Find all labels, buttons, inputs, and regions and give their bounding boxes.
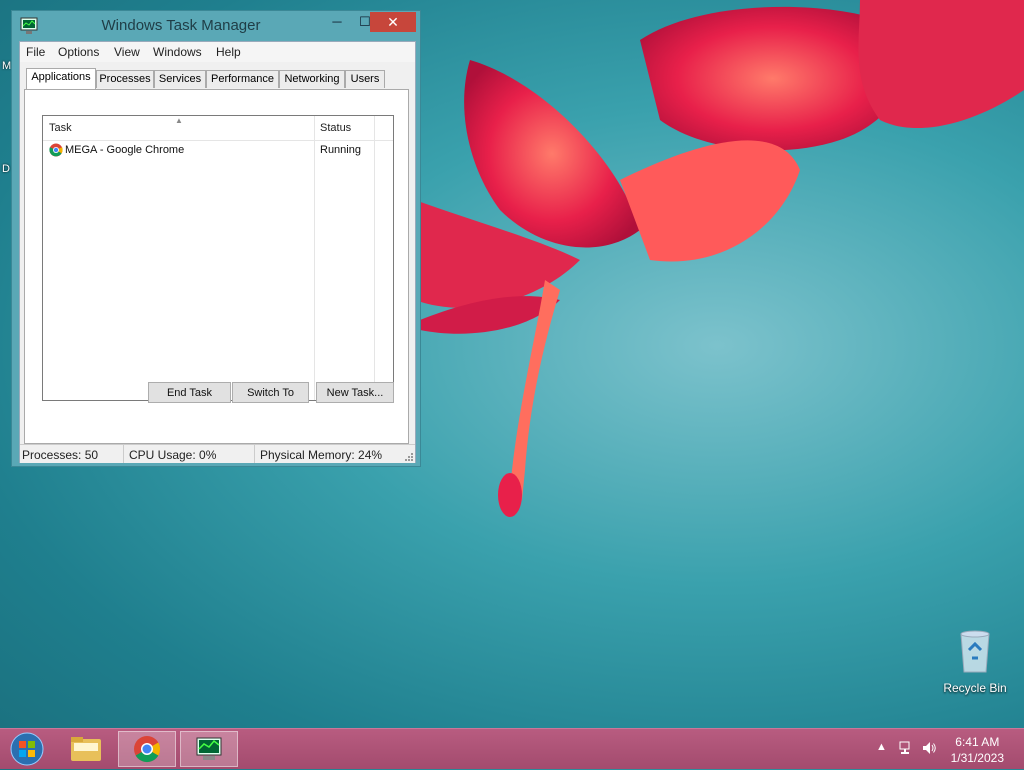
status-processes: Processes: 50 — [22, 448, 99, 462]
tab-networking[interactable]: Networking — [279, 70, 345, 88]
clock-time: 6:41 AM — [955, 735, 1000, 749]
status-memory: Physical Memory: 24% — [260, 448, 383, 462]
taskbar-task-manager[interactable] — [180, 731, 238, 767]
window-client: File Options View Windows Help Applicati… — [19, 41, 416, 463]
list-header: Task ▲ Status — [43, 116, 393, 141]
status-divider — [123, 445, 124, 463]
tab-users[interactable]: Users — [345, 70, 385, 88]
taskbar-explorer[interactable] — [57, 731, 115, 767]
close-button[interactable]: ✕ — [370, 12, 416, 32]
menu-view[interactable]: View — [114, 45, 140, 59]
network-icon[interactable] — [898, 740, 914, 756]
sort-ascending-icon: ▲ — [175, 116, 183, 125]
resize-grip-icon[interactable] — [403, 451, 413, 461]
tab-services[interactable]: Services — [154, 70, 206, 88]
menu-help[interactable]: Help — [216, 45, 241, 59]
tab-processes[interactable]: Processes — [96, 70, 154, 88]
volume-icon[interactable] — [921, 740, 937, 756]
new-task-button[interactable]: New Task... — [316, 382, 394, 403]
tab-performance[interactable]: Performance — [206, 70, 279, 88]
recycle-bin[interactable]: Recycle Bin — [940, 628, 1010, 695]
start-button[interactable] — [8, 731, 46, 767]
task-name: MEGA - Google Chrome — [65, 144, 185, 156]
menu-bar: File Options View Windows Help — [20, 42, 415, 62]
chrome-icon — [134, 736, 161, 763]
menu-options[interactable]: Options — [58, 45, 99, 59]
tab-applications[interactable]: Applications — [26, 68, 96, 89]
minimize-button[interactable]: ─ — [323, 12, 351, 32]
recycle-bin-label: Recycle Bin — [943, 681, 1007, 695]
status-bar: Processes: 50 CPU Usage: 0% Physical Mem… — [20, 444, 415, 463]
applications-panel: Task ▲ Status MEGA - Google Chrome Runni… — [24, 89, 409, 444]
menu-windows[interactable]: Windows — [153, 45, 202, 59]
taskbar-chrome[interactable] — [118, 731, 176, 767]
end-task-button[interactable]: End Task — [148, 382, 231, 403]
task-status: Running — [320, 144, 361, 156]
chrome-icon — [49, 143, 63, 157]
show-hidden-icons-icon[interactable]: ▲ — [876, 741, 887, 753]
switch-to-button[interactable]: Switch To — [232, 382, 309, 403]
desktop-icon-label-edge[interactable]: D — [2, 163, 10, 175]
system-clock[interactable]: 6:41 AM 1/31/2023 — [951, 734, 1004, 766]
desktop-icon-label-edge[interactable]: M — [2, 60, 11, 72]
clock-date: 1/31/2023 — [950, 751, 1004, 765]
column-header-task[interactable]: Task — [49, 122, 72, 134]
task-manager-icon — [196, 737, 222, 760]
table-row[interactable]: MEGA - Google Chrome Running — [43, 140, 393, 160]
recycle-bin-icon — [960, 630, 990, 673]
task-list[interactable]: Task ▲ Status MEGA - Google Chrome Runni… — [42, 115, 394, 401]
title-bar[interactable]: Windows Task Manager ─ ☐ ✕ — [12, 11, 420, 41]
menu-file[interactable]: File — [26, 45, 45, 59]
column-header-status[interactable]: Status — [320, 122, 351, 134]
status-divider — [254, 445, 255, 463]
task-manager-window[interactable]: Windows Task Manager ─ ☐ ✕ File Options … — [11, 10, 421, 467]
status-cpu: CPU Usage: 0% — [129, 448, 217, 462]
folder-icon — [71, 737, 101, 761]
taskbar: ▲ 6:41 AM 1/31/2023 — [0, 728, 1024, 769]
